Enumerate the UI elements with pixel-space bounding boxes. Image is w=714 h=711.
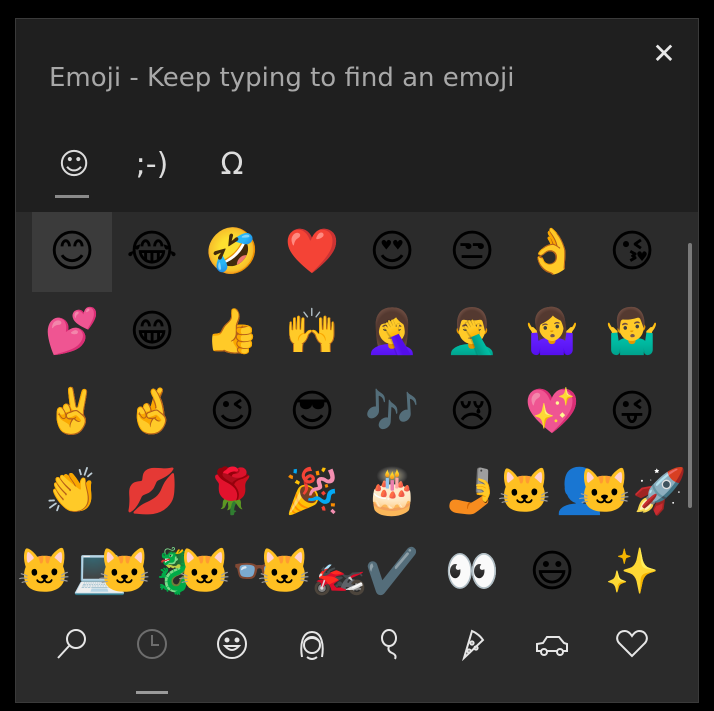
emoji-cell[interactable]: 👌 — [512, 212, 592, 292]
emoji-cell[interactable]: 👀 — [432, 532, 512, 612]
search-icon — [57, 629, 86, 659]
emoji-cell[interactable]: 💋 — [112, 452, 192, 532]
scrollbar[interactable] — [688, 243, 692, 508]
category-underline — [136, 691, 168, 694]
emoji-cell[interactable]: 😂 — [112, 212, 192, 292]
emoji-cell[interactable]: 🤣 — [192, 212, 272, 292]
panel-header: ✕ Emoji - Keep typing to find an emoji ☺… — [16, 19, 698, 212]
people-icon — [300, 630, 324, 660]
category-celebrations[interactable] — [360, 619, 424, 689]
emoji-cell[interactable]: 😊 — [32, 212, 112, 292]
tab-underline — [55, 195, 89, 198]
heart-icon — [616, 629, 648, 658]
emoji-cell[interactable]: ✔️ — [352, 532, 432, 612]
emoji-cell[interactable]: 💕 — [32, 292, 112, 372]
emoji-cell[interactable]: ✌️ — [32, 372, 112, 452]
emoji-cell[interactable]: 🎉 — [272, 452, 352, 532]
emoji-cell[interactable]: 🌹 — [192, 452, 272, 532]
emoji-cell[interactable]: 💖 — [512, 372, 592, 452]
category-travel[interactable] — [520, 619, 584, 689]
emoji-cell[interactable]: 😍 — [352, 212, 432, 292]
tab-kaomoji[interactable]: ;-) — [122, 135, 182, 195]
emoji-cell[interactable]: ❤️ — [272, 212, 352, 292]
omega-icon: Ω — [220, 147, 244, 182]
tab-symbols[interactable]: Ω — [202, 135, 262, 195]
clock-icon — [137, 629, 167, 659]
emoji-cell[interactable]: 🎂 — [352, 452, 432, 532]
balloon-icon — [381, 629, 397, 660]
emoji-cell[interactable]: 🐱‍🏍 — [257, 532, 367, 612]
category-recent[interactable] — [120, 619, 184, 694]
kaomoji-label: ;-) — [135, 147, 169, 182]
emoji-cell[interactable]: 👏 — [32, 452, 112, 532]
category-bar — [16, 609, 698, 702]
emoji-grid: 😊 😂 🤣 ❤️ 😍 😒 👌 😘 💕 😁 👍 🙌 🤦‍♀️ 🤦‍♂️ 🤷‍♀️ 🤷‍♂️ ✌️ 🤞 😉 😎 🎶 😢 💖 😜 👏 💋… — [17, 212, 687, 606]
emoji-cell[interactable]: 😒 — [432, 212, 512, 292]
emoji-cell[interactable]: 🤷‍♂️ — [592, 292, 672, 372]
emoji-cell[interactable]: 🙌 — [272, 292, 352, 372]
category-food[interactable] — [440, 619, 504, 689]
category-people[interactable] — [280, 619, 344, 689]
smiley-icon — [217, 629, 247, 659]
category-smileys[interactable] — [200, 619, 264, 689]
emoji-cell[interactable]: 😜 — [592, 372, 672, 452]
emoji-cell[interactable]: 😁 — [112, 292, 192, 372]
emoji-cell[interactable]: 😘 — [592, 212, 672, 292]
smiley-outline-icon: ☺ — [58, 147, 90, 182]
emoji-cell[interactable]: 👍 — [192, 292, 272, 372]
emoji-cell[interactable]: 🤞 — [112, 372, 192, 452]
pizza-icon — [462, 629, 485, 661]
emoji-cell[interactable]: 😎 — [272, 372, 352, 452]
emoji-panel: ✕ Emoji - Keep typing to find an emoji ☺… — [15, 18, 699, 703]
tab-emoji[interactable]: ☺ — [44, 135, 104, 198]
emoji-cell[interactable]: 😃 — [512, 532, 592, 612]
emoji-cell[interactable]: 🤦‍♂️ — [432, 292, 512, 372]
category-symbols[interactable] — [600, 619, 664, 689]
emoji-cell[interactable]: 🎶 — [352, 372, 432, 452]
emoji-cell[interactable]: ✨ — [592, 532, 672, 612]
emoji-cell[interactable]: 😢 — [432, 372, 512, 452]
car-icon — [536, 636, 568, 656]
close-button[interactable]: ✕ — [650, 40, 678, 68]
panel-title: Emoji - Keep typing to find an emoji — [49, 63, 515, 93]
emoji-cell[interactable]: 🤷‍♀️ — [512, 292, 592, 372]
emoji-cell[interactable]: 🐱‍🚀 — [577, 452, 687, 532]
emoji-cell[interactable]: 🤦‍♀️ — [352, 292, 432, 372]
category-search[interactable] — [40, 619, 104, 689]
emoji-cell[interactable]: 😉 — [192, 372, 272, 452]
